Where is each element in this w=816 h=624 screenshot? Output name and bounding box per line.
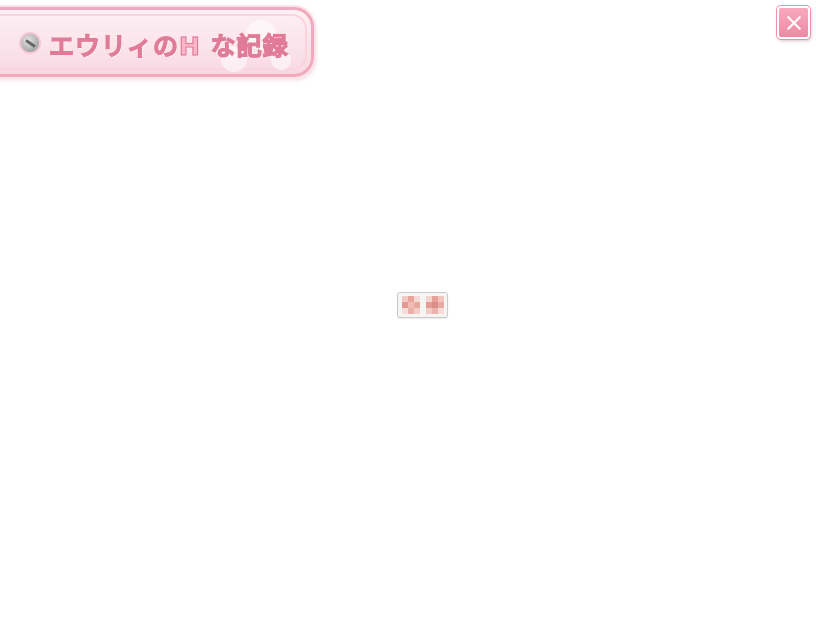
title-banner: エウリィのH な記録	[0, 7, 314, 77]
pen-icon	[19, 32, 41, 54]
censored-mosaic-icon	[401, 296, 420, 314]
close-icon	[785, 14, 803, 32]
page-title: エウリィのH な記録	[48, 31, 289, 61]
h-record-thumbnail[interactable]	[397, 292, 448, 318]
censored-mosaic-icon	[425, 296, 444, 314]
close-button[interactable]	[777, 6, 810, 39]
